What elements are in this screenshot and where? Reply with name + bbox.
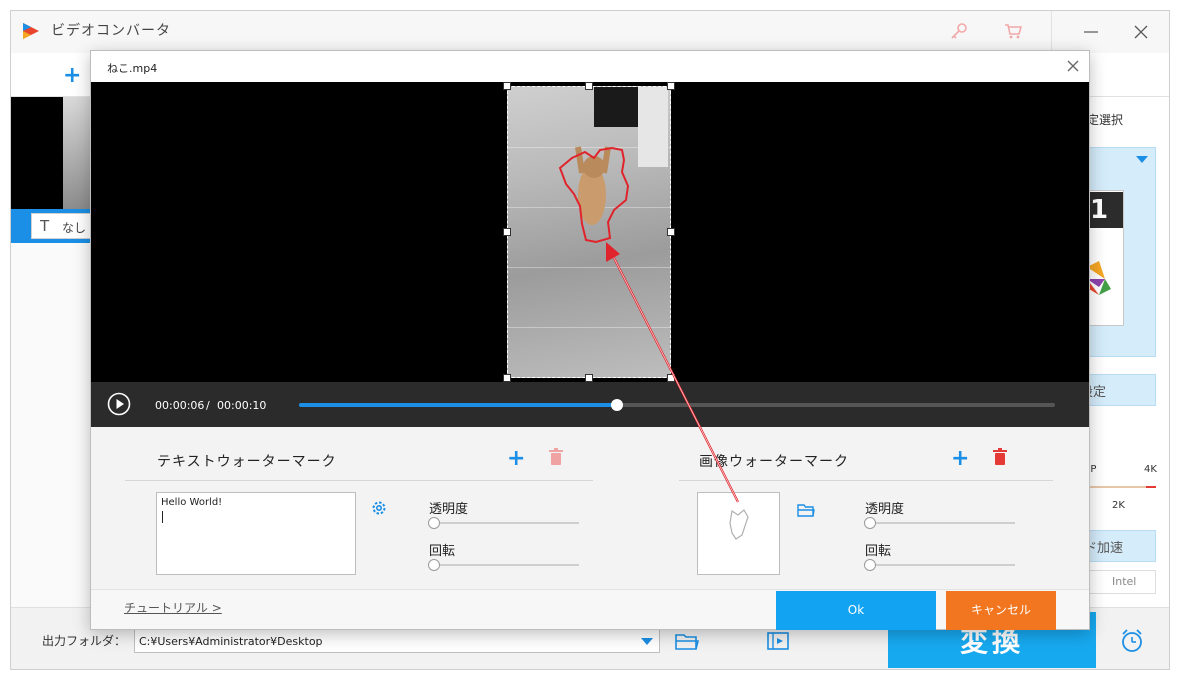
video-folder-icon[interactable] [766,630,790,652]
resize-handle[interactable] [585,374,593,382]
chevron-down-icon[interactable] [641,638,653,645]
image-opacity-label: 透明度 [865,502,905,517]
cat-silhouette-icon [729,509,749,540]
folder-icon[interactable] [675,631,699,651]
image-rotation-knob[interactable] [864,559,876,571]
text-watermark-title: テキストウォーターマーク [157,454,337,470]
key-icon[interactable] [949,21,969,41]
text-rotation-label: 回転 [429,544,456,559]
image-rotation-slider[interactable] [865,564,1015,566]
section-divider [125,480,593,481]
cancel-button[interactable]: キャンセル [946,591,1056,630]
ok-button[interactable]: Ok [776,591,936,630]
intel-label: Intel [1112,575,1137,588]
title-separator [1051,11,1052,53]
add-text-watermark-icon[interactable]: + [507,446,525,471]
subtitle-select-label: なし [62,221,87,235]
text-opacity-label: 透明度 [429,502,469,517]
resize-handle[interactable] [585,82,593,90]
watermark-dialog: ねこ.mp4 00:00:06 / 00:00:10 テキストウォーターマーク … [90,50,1090,630]
resize-handle[interactable] [667,374,675,382]
time-separator: / [206,399,210,412]
title-bar: ビデオコンバータ [11,11,1169,53]
app-logo-icon [23,23,39,39]
text-rotation-slider[interactable] [429,564,579,566]
resize-handle[interactable] [503,374,511,382]
section-divider [679,480,1053,481]
video-preview [91,82,1089,382]
image-watermark-title: 画像ウォーターマーク [699,454,849,470]
resize-handle[interactable] [667,82,675,90]
progress-fill [299,403,617,407]
trash-icon[interactable] [549,448,563,466]
quality-high-label: 4K [1144,464,1157,475]
watermark-text-value: Hello World! [161,497,223,508]
image-opacity-slider[interactable] [865,522,1015,524]
player-controls: 00:00:06 / 00:00:10 [91,382,1089,427]
quality-slider-fill [1146,486,1156,488]
text-opacity-slider[interactable] [429,522,579,524]
progress-knob[interactable] [610,399,623,411]
trash-icon[interactable] [993,448,1007,466]
image-rotation-label: 回転 [865,544,892,559]
quality-mid-label: 2K [1112,500,1125,511]
total-time: 00:00:10 [217,399,267,412]
tutorial-link[interactable]: チュートリアル > [124,599,222,616]
text-cursor [162,511,163,523]
dialog-header: ねこ.mp4 [91,51,1089,82]
resize-handle[interactable] [667,228,675,236]
chevron-down-icon[interactable] [1136,156,1148,163]
output-folder-label: 出力フォルダ： [42,634,127,648]
cart-icon[interactable] [1003,21,1023,41]
image-opacity-knob[interactable] [864,517,876,529]
text-opacity-knob[interactable] [428,517,440,529]
folder-icon[interactable] [797,502,815,518]
dialog-title: ねこ.mp4 [107,62,158,75]
add-image-watermark-icon[interactable]: + [951,446,969,471]
watermark-text-input[interactable]: Hello World! [156,492,356,575]
resize-handle[interactable] [503,82,511,90]
image-watermark-preview[interactable] [697,492,780,575]
cat-image [575,146,611,225]
dialog-footer [91,589,1089,629]
close-window-icon[interactable] [1131,19,1151,43]
close-icon[interactable] [1065,58,1081,74]
resize-handle[interactable] [503,228,511,236]
video-frame[interactable] [507,86,671,378]
current-time: 00:00:06 [155,399,205,412]
app-title: ビデオコンバータ [51,23,171,39]
add-file-icon[interactable]: + [63,63,81,88]
output-folder-input[interactable] [134,629,660,653]
play-icon[interactable] [107,392,131,416]
text-rotation-knob[interactable] [428,559,440,571]
alarm-clock-icon[interactable] [1118,627,1146,655]
gear-icon[interactable] [371,500,387,516]
minimize-icon[interactable] [1081,19,1101,43]
text-icon: T [40,217,50,235]
